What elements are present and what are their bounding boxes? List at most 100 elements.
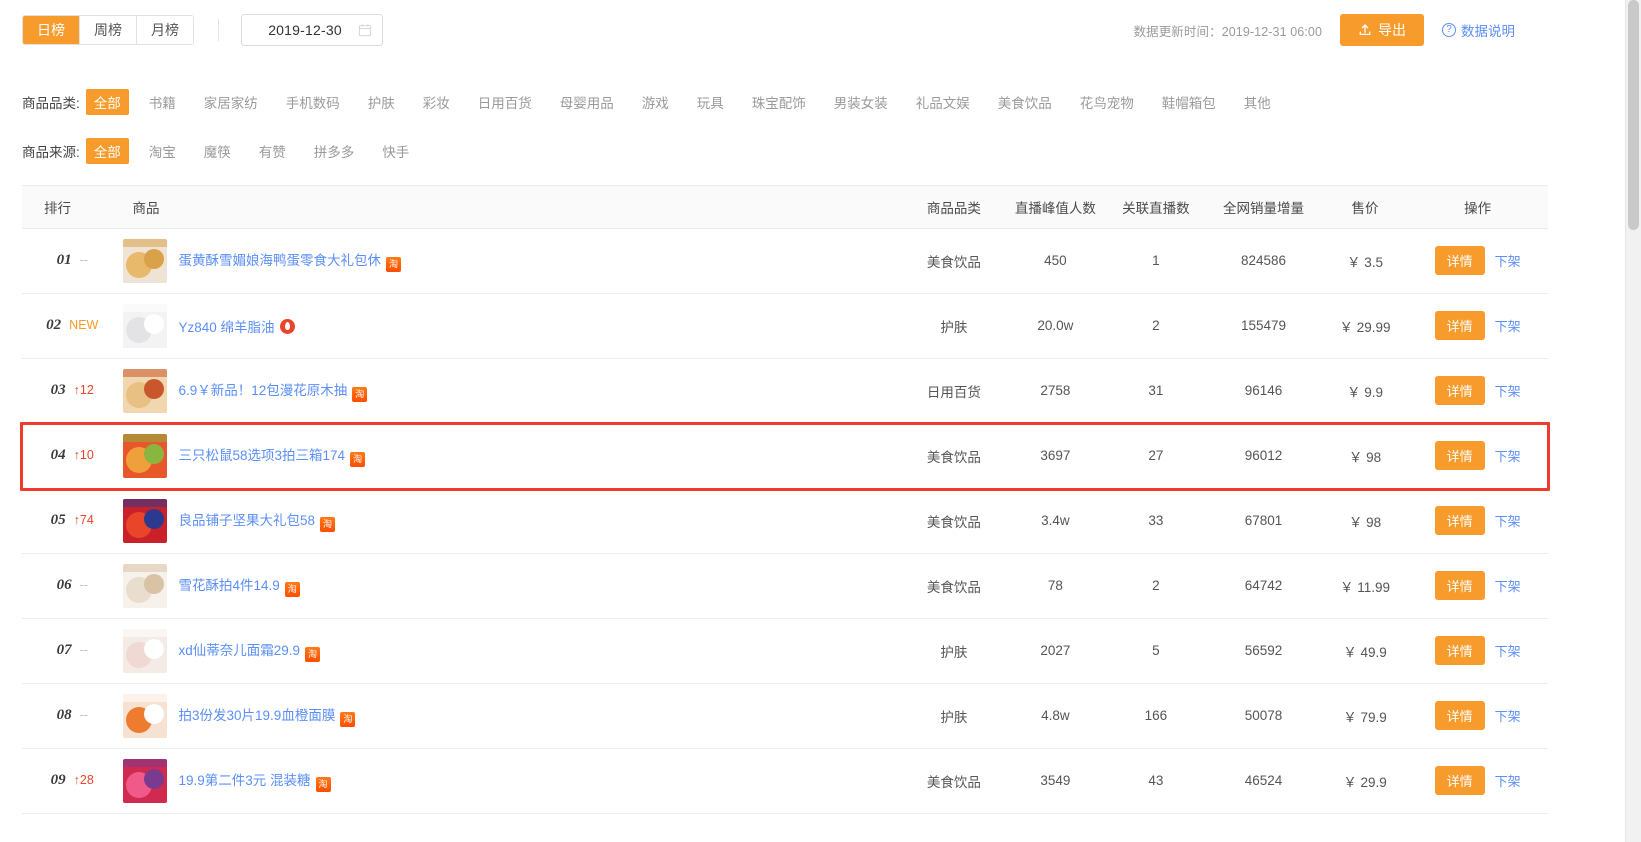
product-thumbnail[interactable] [122,498,167,543]
cell-live-count: 27 [1107,423,1205,489]
table-row[interactable]: 03 ↑12 6.9￥新品！12包漫花原木抽淘 日用百货 2758 31 96146 ￥ 9.… [22,358,1548,424]
product-title-link[interactable]: xd仙蒂奈儿面霜29.9 [179,643,301,658]
cell-category: 护肤 [904,293,1004,359]
product-title-link[interactable]: 19.9第二件3元 混装糖 [179,773,311,788]
category-chip-books[interactable]: 书籍 [141,89,184,115]
offshelf-link[interactable]: 下架 [1495,316,1521,335]
date-picker[interactable]: 2019-12-30 [241,14,383,46]
tab-monthly[interactable]: 月榜 [137,16,193,44]
offshelf-link[interactable]: 下架 [1495,771,1521,790]
category-chip-maternal-baby[interactable]: 母婴用品 [552,89,622,115]
detail-button[interactable]: 详情 [1434,246,1485,275]
product-thumbnail[interactable] [122,693,167,738]
source-chip-mokuai[interactable]: 魔筷 [196,138,239,164]
category-chip-daily-goods[interactable]: 日用百货 [470,89,540,115]
source-chip-pinduoduo[interactable]: 拼多多 [306,138,363,164]
detail-button[interactable]: 详情 [1434,701,1485,730]
detail-button[interactable]: 详情 [1434,376,1485,405]
cell-peak-viewers: 450 [1003,228,1108,294]
category-chip-bags-shoes[interactable]: 鞋帽箱包 [1154,89,1224,115]
cell-product: Yz840 绵羊脂油 [122,293,905,359]
product-title-wrap: 拍3份发30片19.9血橙面膜淘 [179,704,356,727]
source-chip-taobao[interactable]: 淘宝 [141,138,184,164]
category-chip-other[interactable]: 其他 [1236,89,1279,115]
category-chip-toys[interactable]: 玩具 [689,89,732,115]
cell-peak-viewers: 3697 [1003,423,1108,489]
category-chip-food-drink[interactable]: 美食饮品 [990,89,1060,115]
product-title-wrap: 19.9第二件3元 混装糖淘 [179,769,331,792]
category-chip-home-textiles[interactable]: 家居家纺 [196,89,266,115]
data-description-link[interactable]: ? 数据说明 [1442,20,1515,40]
rank-delta: ↑12 [73,383,94,397]
table-row[interactable]: 05 ↑74 良品铺子坚果大礼包58 淘美食饮品 3.4w 33 67801 ￥ 98 详情 下架 [22,488,1548,554]
category-chip-mobile-digital[interactable]: 手机数码 [278,89,348,115]
category-chip-pets[interactable]: 花鸟宠物 [1072,89,1142,115]
category-chip-games[interactable]: 游戏 [634,89,677,115]
category-chip-apparel[interactable]: 男装女装 [826,89,896,115]
product-thumbnail[interactable] [122,433,167,478]
category-chip-makeup[interactable]: 彩妆 [415,89,458,115]
export-button[interactable]: 导出 [1340,14,1424,46]
offshelf-link[interactable]: 下架 [1495,381,1521,400]
page-scrollbar-thumb[interactable] [1628,0,1639,230]
category-chip-gifts-culture[interactable]: 礼品文娱 [908,89,978,115]
detail-button[interactable]: 详情 [1434,311,1485,340]
cell-live-count: 1 [1107,228,1205,294]
product-thumbnail[interactable] [122,368,167,413]
export-button-label: 导出 [1378,22,1406,38]
product-thumbnail[interactable] [122,758,167,803]
ranking-table: 排行 商品 商品品类 直播峰值人数 关联直播数 全网销量增量 售价 操作 01-… [22,186,1548,814]
source-chip-kuaishou[interactable]: 快手 [374,138,417,164]
offshelf-link[interactable]: 下架 [1495,446,1521,465]
table-row[interactable]: 02 NEW Yz840 绵羊脂油 护肤 20.0w 2 155479 ￥ 29.99 详情 下架 [22,293,1548,359]
source-chip-all[interactable]: 全部 [85,138,129,164]
product-title-link[interactable]: 蛋黄酥雪媚娘海鸭蛋零食大礼包休 [179,253,382,268]
cell-rank: 01 -- [22,228,123,294]
cell-price: ￥ 29.99 [1322,293,1408,359]
product-title-link[interactable]: Yz840 绵羊脂油 [179,320,275,335]
detail-button[interactable]: 详情 [1434,766,1485,795]
page-root: 日榜 周榜 月榜 2019-12-30 数据更新时间：2019-12-31 06… [0,0,1641,842]
tab-weekly[interactable]: 周榜 [80,16,137,44]
product-title-link[interactable]: 6.9￥新品！12包漫花原木抽 [179,383,348,398]
table-row[interactable]: 06 -- 雪花酥拍4件14.9 淘美食饮品 78 2 64742 ￥ 11.99 详情 下架 [22,553,1548,619]
table-row[interactable]: 09 ↑28 19.9第二件3元 混装糖淘 美食饮品 3549 43 46524 ￥ 29.9… [22,748,1548,814]
offshelf-link[interactable]: 下架 [1495,576,1521,595]
category-chip-skincare[interactable]: 护肤 [360,89,403,115]
product-thumbnail[interactable] [122,563,167,608]
cell-operations: 详情 下架 [1407,683,1548,749]
cell-live-count: 31 [1107,358,1205,424]
source-chip-youzan[interactable]: 有赞 [251,138,294,164]
tab-daily[interactable]: 日榜 [23,16,80,44]
product-thumbnail[interactable] [122,303,167,348]
category-chip-all[interactable]: 全部 [85,89,129,115]
product-title-link[interactable]: 雪花酥拍4件14.9 [179,578,280,593]
product-title-wrap: 良品铺子坚果大礼包58 淘 [179,509,336,532]
detail-button[interactable]: 详情 [1434,506,1485,535]
detail-button[interactable]: 详情 [1434,441,1485,470]
offshelf-link[interactable]: 下架 [1495,251,1521,270]
product-title-link[interactable]: 三只松鼠58选项3拍三箱174 [179,448,346,463]
table-row[interactable]: 08 -- 拍3份发30片19.9血橙面膜淘 护肤 4.8w 166 50078 ￥ 79.9… [22,683,1548,749]
offshelf-link[interactable]: 下架 [1495,511,1521,530]
period-tab-group[interactable]: 日榜 周榜 月榜 [22,15,194,45]
table-row[interactable]: 07 -- xd仙蒂奈儿面霜29.9 淘护肤 2027 5 56592 ￥ 49.9 详情 下架 [22,618,1548,684]
product-thumbnail[interactable] [122,238,167,283]
page-scrollbar[interactable] [1625,0,1641,842]
product-title-link[interactable]: 拍3份发30片19.9血橙面膜 [179,708,336,723]
table-row[interactable]: 01 -- 蛋黄酥雪媚娘海鸭蛋零食大礼包休淘美食饮品 450 1 824586 ￥ 3.5 详… [22,228,1548,294]
offshelf-link[interactable]: 下架 [1495,706,1521,725]
product-title-wrap: 蛋黄酥雪媚娘海鸭蛋零食大礼包休淘 [179,249,402,272]
product-title-wrap: xd仙蒂奈儿面霜29.9 淘 [179,639,321,662]
category-chip-jewelry[interactable]: 珠宝配饰 [744,89,814,115]
product-title-link[interactable]: 良品铺子坚果大礼包58 [179,513,316,528]
cell-operations: 详情 下架 [1407,423,1548,489]
detail-button[interactable]: 详情 [1434,571,1485,600]
col-header-product: 商品 [122,186,905,229]
offshelf-link[interactable]: 下架 [1495,641,1521,660]
table-header-row: 排行 商品 商品品类 直播峰值人数 关联直播数 全网销量增量 售价 操作 [22,186,1548,229]
table-row[interactable]: 04 ↑10 三只松鼠58选项3拍三箱174 淘 美食饮品 3697 27 96012 ￥ 98… [22,423,1548,489]
cell-sales-growth: 67801 [1204,488,1323,554]
product-thumbnail[interactable] [122,628,167,673]
detail-button[interactable]: 详情 [1434,636,1485,665]
